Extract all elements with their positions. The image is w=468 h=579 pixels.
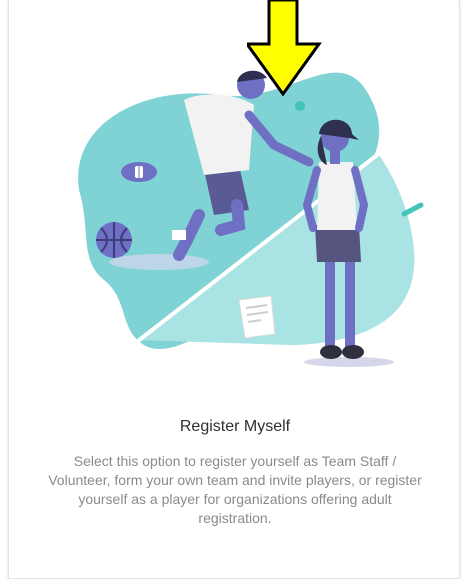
sports-illustration — [78, 70, 424, 367]
register-myself-card[interactable]: Register Myself Select this option to re… — [8, 0, 460, 579]
football-icon — [121, 162, 157, 182]
basketball-icon — [96, 222, 132, 258]
pointer-arrow-icon — [247, 0, 322, 96]
card-title: Register Myself — [179, 418, 291, 435]
card-description: Select this option to register yourself … — [48, 453, 422, 526]
pencil-icon — [401, 202, 424, 217]
paper-sheet-icon — [238, 295, 276, 339]
